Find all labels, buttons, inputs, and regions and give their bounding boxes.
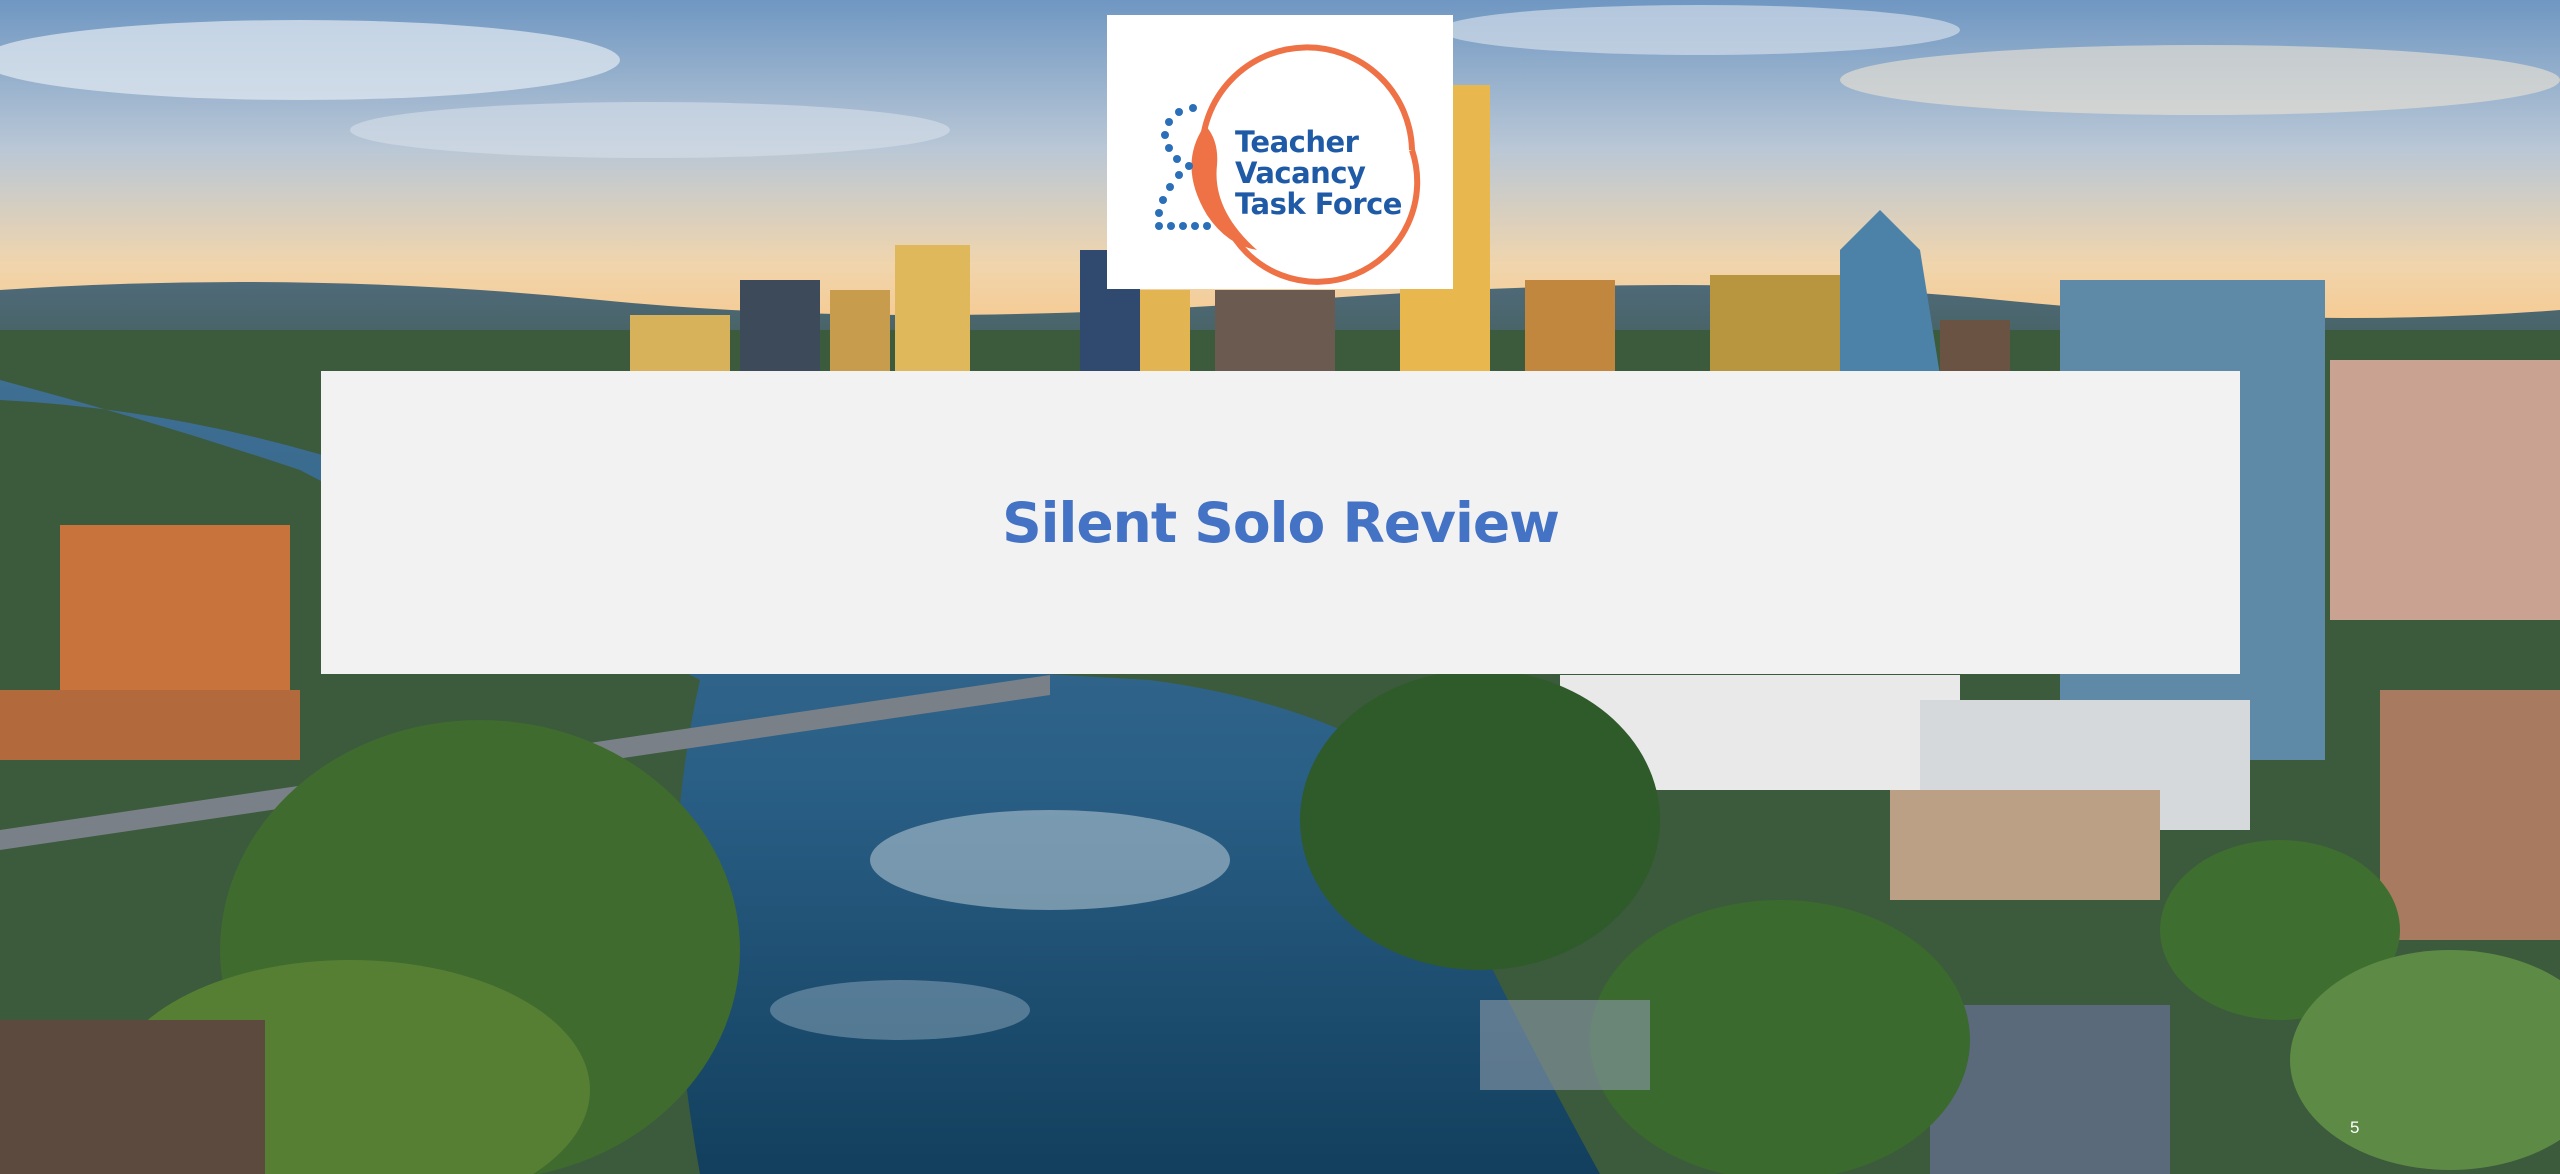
title-panel: Silent Solo Review: [321, 371, 2240, 674]
logo-line-2: Vacancy: [1235, 156, 1366, 190]
logo-wordmark: Teacher Vacancy Task Force: [1235, 127, 1445, 220]
slide-title: Silent Solo Review: [1002, 490, 1560, 555]
slide: Teacher Vacancy Task Force Silent Solo R…: [0, 0, 2560, 1174]
teacher-vacancy-task-force-logo: Teacher Vacancy Task Force: [1107, 15, 1453, 289]
logo-line-1: Teacher: [1235, 125, 1359, 159]
logo-line-3: Task Force: [1235, 187, 1402, 221]
page-number: 5: [2350, 1118, 2360, 1137]
